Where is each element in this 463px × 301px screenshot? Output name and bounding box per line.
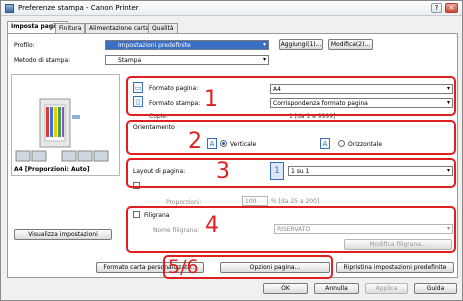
profile-select[interactable]: Impostazioni predefinite ▾	[105, 40, 269, 50]
ok-button[interactable]: OK	[263, 283, 308, 294]
annotation-number-2: 2	[188, 129, 202, 154]
view-settings-button[interactable]: Visualizza impostazioni	[14, 229, 112, 240]
output-method-select[interactable]: Stampa ▾	[105, 55, 269, 65]
help-button[interactable]: Guida	[414, 283, 457, 294]
printer-preferences-dialog: Preferenze stampa - Canon Printer ? × Im…	[0, 0, 463, 301]
section-4-outline	[126, 206, 456, 253]
scaling-range: % [da 25 a 200]	[271, 198, 320, 205]
help-title-button[interactable]: ?	[431, 3, 442, 13]
annotation-number-1: 1	[204, 87, 218, 112]
scaling-input[interactable]: 100	[242, 196, 268, 206]
annotation-number-5-6: 5/6	[168, 256, 199, 278]
tab-paper-source[interactable]: Alimentazione carta	[85, 23, 154, 33]
page-setup-panel: Profilo: Impostazioni predefinite ▾ Aggi…	[7, 33, 458, 279]
chevron-down-icon: ▾	[262, 41, 266, 48]
output-method-value: Stampa	[118, 57, 142, 64]
cancel-button[interactable]: Annulla	[314, 283, 359, 294]
annotation-number-3: 3	[216, 159, 230, 184]
tab-quality[interactable]: Qualità	[148, 23, 178, 33]
tab-finishing[interactable]: Finitura	[55, 23, 86, 33]
edit-profile-button[interactable]: Modifica(2)...	[328, 39, 373, 50]
add-profile-button[interactable]: Aggiungi(1)...	[279, 39, 323, 50]
apply-button[interactable]: Applica	[365, 283, 408, 294]
annotation-number-4: 4	[205, 213, 219, 238]
restore-defaults-button[interactable]: Ripristina impostazioni predefinite	[336, 262, 454, 273]
section-3-outline	[126, 158, 456, 188]
scaling-label: Proporzioni:	[166, 199, 202, 206]
printer-preview-graphic	[15, 98, 109, 162]
page-preview: A4 [Proporzioni: Auto]	[11, 74, 120, 176]
output-method-label: Metodo di stampa:	[14, 57, 71, 64]
profile-label: Profilo:	[14, 42, 35, 49]
window-title: Preferenze stampa - Canon Printer	[18, 4, 139, 12]
preview-caption: A4 [Proporzioni: Auto]	[14, 166, 90, 173]
title-bar: Preferenze stampa - Canon Printer ? ×	[1, 1, 462, 16]
profile-value: Impostazioni predefinite	[118, 42, 191, 49]
section-1-outline	[126, 76, 456, 116]
close-button[interactable]: ×	[445, 3, 458, 13]
chevron-down-icon: ▾	[262, 56, 266, 63]
section-2-outline	[126, 120, 456, 155]
printer-icon	[5, 4, 14, 13]
